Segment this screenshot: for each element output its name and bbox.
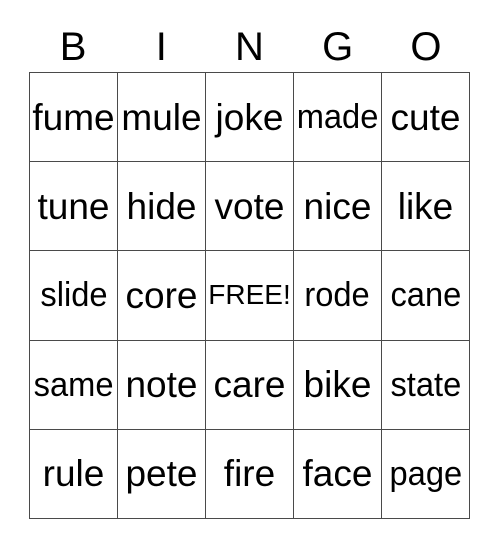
bingo-cell-label: FREE!	[208, 279, 291, 311]
bingo-cell[interactable]: joke	[206, 73, 294, 163]
bingo-cell-label: state	[390, 365, 461, 404]
bingo-cell-label: mule	[121, 96, 202, 138]
bingo-cell[interactable]: cute	[382, 73, 470, 163]
bingo-card: B I N G O fume mule joke made cute tune hide vo…	[29, 22, 470, 519]
header-letter-i: I	[155, 25, 167, 69]
bingo-cell[interactable]: rode	[294, 251, 382, 341]
bingo-cell[interactable]: fire	[206, 429, 294, 519]
bingo-cell-label: same	[33, 365, 114, 404]
bingo-cell[interactable]: same	[30, 340, 118, 430]
bingo-cell[interactable]: face	[294, 429, 382, 519]
bingo-cell[interactable]: mule	[118, 73, 206, 163]
bingo-cell-label: cane	[390, 276, 461, 315]
bingo-cell[interactable]: fume	[30, 73, 118, 163]
bingo-cell-label: hide	[126, 185, 197, 227]
bingo-cell-label: bike	[303, 364, 372, 406]
header-letter-o: O	[410, 25, 442, 69]
bingo-cell[interactable]: slide	[30, 251, 118, 341]
bingo-cell[interactable]: rule	[30, 429, 118, 519]
bingo-cell-label: tune	[37, 185, 110, 227]
bingo-cell[interactable]: pete	[118, 429, 206, 519]
bingo-cell-label: like	[397, 185, 454, 227]
bingo-cell-label: page	[389, 454, 462, 493]
bingo-cell-label: cute	[390, 96, 461, 138]
bingo-cell[interactable]: vote	[206, 162, 294, 252]
bingo-cell-label: pete	[125, 453, 198, 495]
bingo-cell-label: slide	[39, 276, 108, 315]
bingo-cell[interactable]: made	[294, 73, 382, 163]
bingo-cell[interactable]: care	[206, 340, 294, 430]
bingo-cell-label: note	[125, 364, 198, 406]
bingo-cell[interactable]: core	[118, 251, 206, 341]
bingo-cell-label: joke	[215, 96, 284, 138]
bingo-cell-label: fume	[32, 96, 115, 138]
bingo-cell-label: made	[296, 98, 379, 137]
bingo-cell[interactable]: nice	[294, 162, 382, 252]
bingo-cell[interactable]: state	[382, 340, 470, 430]
bingo-cell[interactable]: bike	[294, 340, 382, 430]
bingo-cell-label: fire	[223, 453, 276, 495]
bingo-cell-label: care	[213, 364, 286, 406]
bingo-cell-label: rule	[42, 453, 105, 495]
bingo-grid: fume mule joke made cute tune hide vote nice like…	[29, 72, 470, 519]
bingo-cell[interactable]: note	[118, 340, 206, 430]
bingo-cell[interactable]: page	[382, 429, 470, 519]
bingo-cell-label: vote	[214, 185, 285, 227]
bingo-cell-label: face	[302, 453, 373, 495]
bingo-cell-label: nice	[303, 185, 372, 227]
bingo-free-space[interactable]: FREE!	[206, 251, 294, 341]
header-letter-g: G	[322, 25, 354, 69]
bingo-cell-label: core	[125, 274, 198, 316]
bingo-cell[interactable]: tune	[30, 162, 118, 252]
header-letter-n: N	[235, 25, 264, 69]
bingo-header-row: B I N G O	[29, 22, 470, 72]
bingo-cell[interactable]: hide	[118, 162, 206, 252]
bingo-cell[interactable]: cane	[382, 251, 470, 341]
header-letter-b: B	[59, 25, 87, 69]
bingo-cell-label: rode	[304, 276, 371, 315]
bingo-cell[interactable]: like	[382, 162, 470, 252]
